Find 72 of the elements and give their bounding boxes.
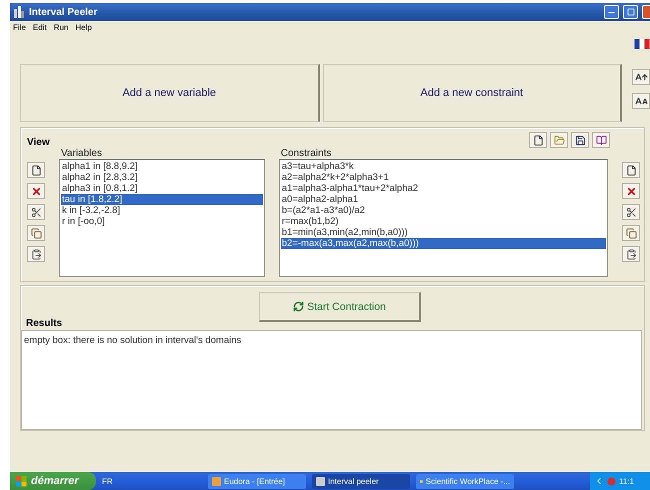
app-icon: [316, 476, 325, 486]
cut-icon: [30, 206, 42, 218]
list-item[interactable]: tau in [1.8,2.2]: [61, 194, 263, 205]
paste-button[interactable]: [622, 246, 640, 262]
book-button[interactable]: [592, 132, 610, 148]
menu-item[interactable]: Help: [75, 22, 92, 32]
list-item[interactable]: a0=alpha2-alpha1: [280, 194, 606, 205]
app-icon: [13, 6, 25, 18]
menu-item[interactable]: Edit: [32, 22, 47, 32]
paste-button[interactable]: [27, 246, 45, 262]
font-larger-button[interactable]: [632, 69, 650, 85]
list-label: Variables: [61, 148, 103, 159]
new-file-button[interactable]: [622, 162, 640, 178]
new-file-icon: [532, 134, 544, 146]
results-text: empty box: there is no solution in interval's domains: [21, 330, 642, 430]
flag-icon[interactable]: [634, 39, 650, 49]
delete-button[interactable]: [27, 183, 45, 199]
list-item[interactable]: b1=min(a3,min(a2,min(b,a0))): [280, 227, 606, 238]
font-size-button[interactable]: [632, 93, 650, 109]
list-item[interactable]: k in [-3.2,-2.8]: [61, 205, 263, 216]
list-item[interactable]: alpha3 in [0.8,1.2]: [61, 183, 263, 194]
list-item[interactable]: r in [-oo,0]: [61, 216, 263, 227]
save-button[interactable]: [571, 132, 589, 148]
delete-button[interactable]: [622, 183, 640, 199]
list-item[interactable]: b=(a2*a1-a3*a0)/a2: [280, 205, 606, 216]
windows-logo-icon: [16, 476, 27, 486]
paste-icon: [626, 248, 636, 260]
copy-icon: [626, 228, 636, 238]
list-item[interactable]: b2=-max(a3,max(a2,max(b,a0))): [280, 238, 606, 249]
panel-title: View: [27, 137, 50, 148]
restore-button[interactable]: [623, 5, 638, 19]
cut-button[interactable]: [622, 204, 640, 220]
copy-button[interactable]: [622, 225, 640, 241]
delete-icon: [30, 186, 42, 196]
save-icon: [574, 134, 586, 146]
list-item[interactable]: a2=alpha2*k+2*alpha3+1: [280, 172, 606, 183]
results-label: Results: [26, 318, 64, 329]
new-file-button[interactable]: [27, 162, 45, 178]
minimize-button[interactable]: [604, 5, 619, 19]
taskbar-button[interactable]: Interval peeler: [312, 474, 410, 488]
app-icon: [212, 476, 221, 486]
list-label: Constraints: [280, 148, 332, 159]
tray-icon: [607, 476, 616, 486]
cut-button[interactable]: [27, 204, 45, 220]
book-icon: [596, 134, 606, 146]
menu-item[interactable]: File: [13, 22, 26, 32]
copy-button[interactable]: [27, 225, 45, 241]
list-item[interactable]: a3=tau+alpha3*k: [280, 161, 606, 172]
language-indicator: FR: [102, 476, 114, 486]
list-item[interactable]: r=max(b1,b2): [280, 216, 606, 227]
list-item[interactable]: alpha2 in [2.8,3.2]: [61, 172, 263, 183]
delete-icon: [626, 186, 636, 196]
paste-icon: [30, 248, 42, 260]
add-button[interactable]: Add a new constraint: [322, 64, 622, 122]
list-item[interactable]: a1=alpha3-alpha1*tau+2*alpha2: [280, 183, 606, 194]
clock: 11:1: [619, 476, 634, 486]
start-contraction-button[interactable]: Start Contraction: [259, 292, 421, 322]
window-title: Interval Peeler: [29, 6, 98, 18]
new-button[interactable]: [529, 132, 547, 148]
taskbar-button[interactable]: Scientific WorkPlace -...: [416, 474, 514, 488]
close-button[interactable]: [642, 5, 650, 19]
restore-icon: [626, 8, 634, 16]
list-item[interactable]: alpha1 in [8.8,9.2]: [61, 161, 263, 172]
cut-icon: [626, 206, 636, 218]
add-button[interactable]: Add a new variable: [20, 64, 320, 122]
folder-icon: [554, 134, 564, 146]
new-file-icon: [30, 164, 42, 176]
copy-icon: [30, 228, 42, 238]
new-file-icon: [626, 164, 636, 176]
taskbar-button[interactable]: Eudora - [Entrée]: [208, 474, 306, 488]
refresh-icon: [293, 301, 304, 312]
menu-item[interactable]: Run: [54, 22, 68, 32]
